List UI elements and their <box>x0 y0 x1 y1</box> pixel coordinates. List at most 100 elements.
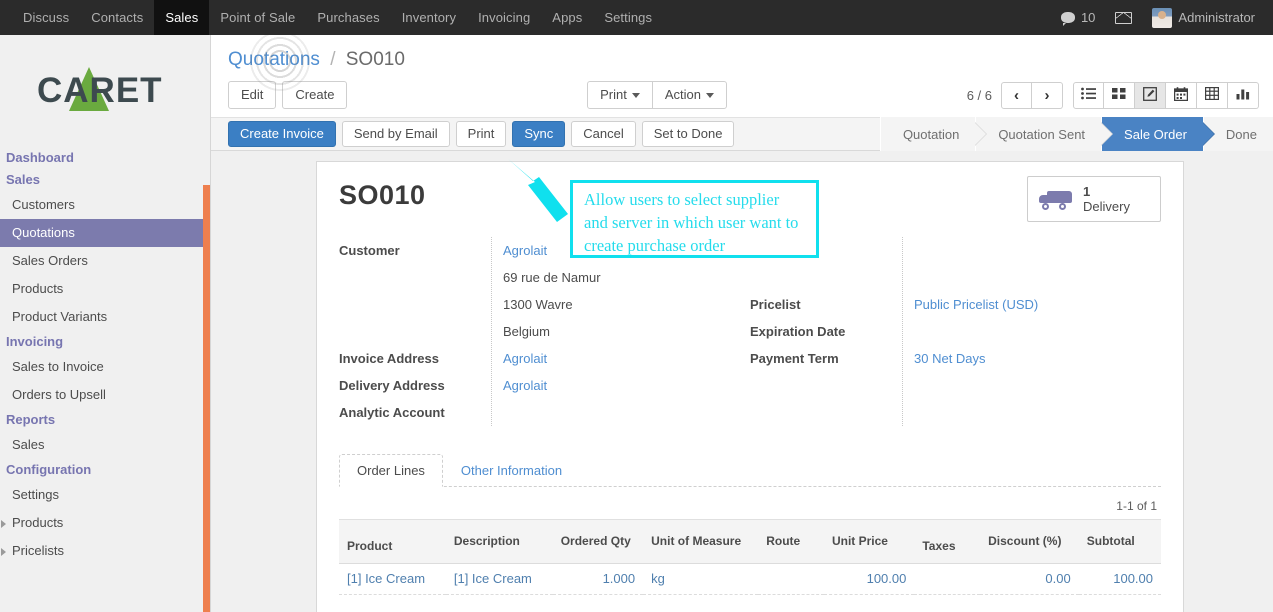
app-logo[interactable]: CARET <box>0 35 210 147</box>
left-field-column: Customer Invoice AddressDelivery Address… <box>339 237 750 426</box>
top-menu-sales[interactable]: Sales <box>154 0 209 35</box>
field-label-customer: Customer <box>339 237 491 264</box>
top-menu-invoicing[interactable]: Invoicing <box>467 0 541 35</box>
breadcrumb-separator: / <box>330 49 335 70</box>
top-menu-point-of-sale[interactable]: Point of Sale <box>209 0 306 35</box>
top-menu-contacts[interactable]: Contacts <box>80 0 154 35</box>
messages-counter[interactable]: 10 <box>1051 0 1105 35</box>
field-value-pricelist[interactable]: Public Pricelist (USD) <box>914 291 1161 318</box>
top-menu-settings[interactable]: Settings <box>593 0 663 35</box>
pivot-view-button[interactable] <box>1197 82 1228 109</box>
caret-right-icon <box>1 520 6 528</box>
statusbar-buttons: Create InvoiceSend by EmailPrintSyncCanc… <box>228 121 734 147</box>
create-button[interactable]: Create <box>282 81 347 109</box>
send-by-email-button[interactable]: Send by Email <box>342 121 450 147</box>
field-value-extra: Belgium <box>503 318 750 345</box>
dropdown-group: Print Action <box>587 81 727 109</box>
sidebar-item-sales-orders[interactable]: Sales Orders <box>0 247 210 275</box>
column-header-ordered-qty: Ordered Qty <box>553 520 643 564</box>
control-panel-center: Print Action <box>347 81 966 109</box>
action-dropdown[interactable]: Action <box>652 81 727 109</box>
status-step-quotation[interactable]: Quotation <box>880 117 975 151</box>
sidebar-item-pricelists[interactable]: Pricelists <box>0 537 210 565</box>
status-step-sale-order[interactable]: Sale Order <box>1101 117 1203 151</box>
create-invoice-button[interactable]: Create Invoice <box>228 121 336 147</box>
control-panel: Quotations / SO010 Edit Create Print Act… <box>211 35 1273 117</box>
sidebar-item-orders-to-upsell[interactable]: Orders to Upsell <box>0 381 210 409</box>
systray: 10 Administrator <box>1051 0 1273 35</box>
left-field-labels: Customer Invoice AddressDelivery Address… <box>339 237 491 426</box>
column-header-description: Description <box>446 520 553 564</box>
field-value-extra <box>914 237 1161 264</box>
breadcrumb-quotations[interactable]: Quotations <box>228 49 320 70</box>
left-sidebar: CARET DashboardSalesCustomersQuotationsS… <box>0 35 211 612</box>
sidebar-item-quotations[interactable]: Quotations <box>0 219 210 247</box>
cell-product: [1] Ice Cream <box>339 564 446 595</box>
tab-other-information[interactable]: Other Information <box>443 454 580 487</box>
sidebar-item-settings[interactable]: Settings <box>0 481 210 509</box>
sidebar-item-sales[interactable]: Sales <box>0 431 210 459</box>
set-to-done-button[interactable]: Set to Done <box>642 121 735 147</box>
field-value-invoice-address[interactable]: Agrolait <box>503 345 750 372</box>
graph-view-button[interactable] <box>1228 82 1259 109</box>
edit-button[interactable]: Edit <box>228 81 276 109</box>
cell-subtotal: 100.00 <box>1079 564 1161 595</box>
mail-button[interactable] <box>1105 0 1142 35</box>
field-label-pricelist: Pricelist <box>750 291 902 318</box>
cell-uom: kg <box>643 564 758 595</box>
cancel-button[interactable]: Cancel <box>571 121 635 147</box>
truck-icon <box>1039 189 1073 210</box>
top-menu-inventory[interactable]: Inventory <box>391 0 467 35</box>
caret-right-icon <box>1 548 6 556</box>
notebook-tabs: Order LinesOther Information <box>339 454 1161 487</box>
chevron-down-icon <box>632 93 640 98</box>
delivery-label: Delivery <box>1083 199 1130 214</box>
action-label: Action <box>665 87 701 102</box>
sidebar-item-products[interactable]: Products <box>0 509 210 537</box>
field-value-payment-term[interactable]: 30 Net Days <box>914 345 1161 372</box>
user-name: Administrator <box>1178 10 1255 25</box>
view-switcher <box>1073 82 1259 109</box>
pager-buttons: ‹ › <box>1001 82 1063 109</box>
field-grid: Customer Invoice AddressDelivery Address… <box>339 237 1161 426</box>
status-step-quotation-sent[interactable]: Quotation Sent <box>975 117 1101 151</box>
sidebar-item-label: Orders to Upsell <box>12 387 106 402</box>
pager-previous-button[interactable]: ‹ <box>1001 82 1032 109</box>
table-row[interactable]: [1] Ice Cream[1] Ice Cream1.000kg 100.00… <box>339 564 1161 595</box>
sidebar-section-configuration: Configuration <box>0 459 210 481</box>
sidebar-item-sales-to-invoice[interactable]: Sales to Invoice <box>0 353 210 381</box>
pager-next-button[interactable]: › <box>1032 82 1063 109</box>
sidebar-item-products[interactable]: Products <box>0 275 210 303</box>
top-menu-purchases[interactable]: Purchases <box>306 0 390 35</box>
top-menu-discuss[interactable]: Discuss <box>12 0 80 35</box>
sidebar-section-invoicing: Invoicing <box>0 331 210 353</box>
sidebar-item-label: Quotations <box>12 225 75 240</box>
kanban-view-icon <box>1112 87 1126 103</box>
delivery-stat-button[interactable]: 1 Delivery <box>1027 176 1161 222</box>
sidebar-item-label: Products <box>12 515 63 530</box>
calendar-view-icon <box>1174 87 1188 104</box>
list-view-icon <box>1081 87 1096 103</box>
user-menu[interactable]: Administrator <box>1142 0 1265 35</box>
tab-order-lines[interactable]: Order Lines <box>339 454 443 487</box>
field-value-extra <box>914 264 1161 291</box>
form-view-button[interactable] <box>1135 82 1166 109</box>
field-value-delivery-address[interactable]: Agrolait <box>503 372 750 399</box>
sidebar-item-product-variants[interactable]: Product Variants <box>0 303 210 331</box>
calendar-view-button[interactable] <box>1166 82 1197 109</box>
kanban-view-button[interactable] <box>1104 82 1135 109</box>
field-label-blank <box>750 264 902 291</box>
print-dropdown[interactable]: Print <box>587 81 653 109</box>
sidebar-item-customers[interactable]: Customers <box>0 191 210 219</box>
list-view-button[interactable] <box>1073 82 1104 109</box>
sync-button[interactable]: Sync <box>512 121 565 147</box>
sidebar-item-label: Sales to Invoice <box>12 359 104 374</box>
notebook: Order LinesOther Information 1-1 of 1 Pr… <box>339 454 1161 595</box>
sidebar-scrollbar-thumb[interactable] <box>203 185 211 612</box>
order-lines-table: ProductDescriptionOrdered QtyUnit of Mea… <box>339 519 1161 595</box>
cell-discount: 0.00 <box>980 564 1079 595</box>
chevron-right-icon: › <box>1045 88 1050 103</box>
chat-bubble-icon <box>1061 12 1075 23</box>
top-menu-apps[interactable]: Apps <box>541 0 593 35</box>
print-button[interactable]: Print <box>456 121 507 147</box>
